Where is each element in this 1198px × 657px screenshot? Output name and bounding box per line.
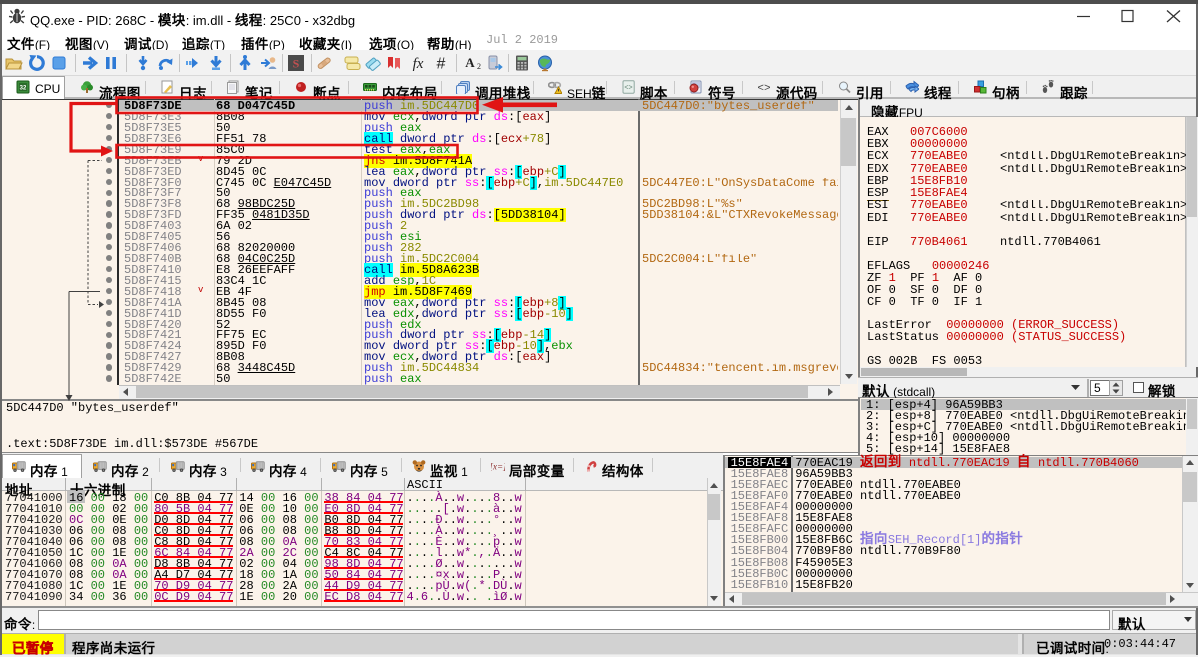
svg-text:<>: <> <box>757 83 770 94</box>
svg-text:[x=]: [x=] <box>491 462 505 472</box>
svg-text:#: # <box>437 56 446 73</box>
svg-text:2: 2 <box>477 62 481 71</box>
svg-text:A: A <box>465 55 475 70</box>
svg-text:S: S <box>293 57 300 71</box>
svg-text:fx: fx <box>413 56 424 72</box>
svg-text:<>: <> <box>624 85 632 92</box>
